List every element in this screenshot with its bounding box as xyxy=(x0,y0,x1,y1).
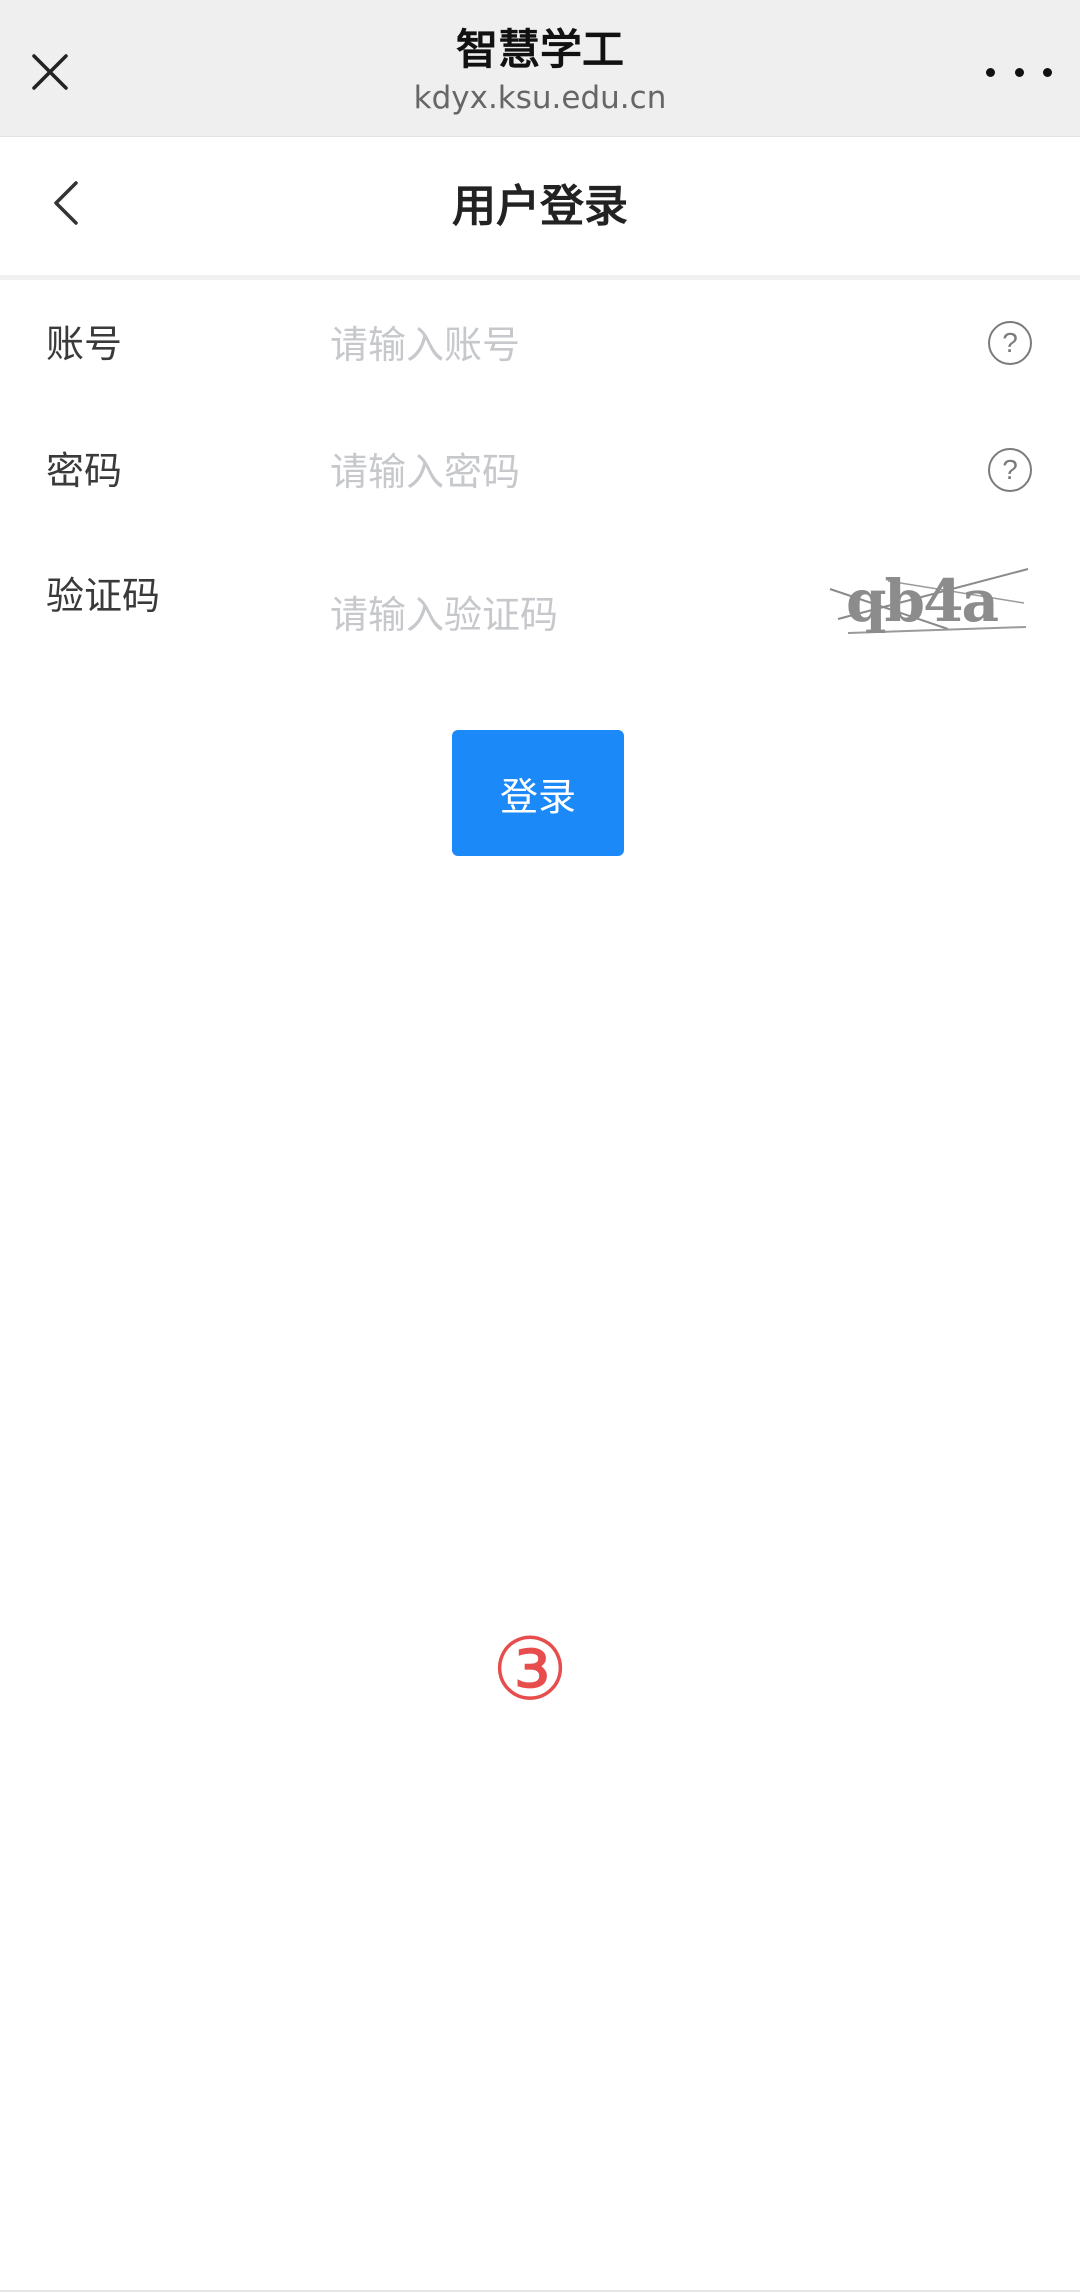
login-button[interactable]: 登录 xyxy=(452,730,624,856)
question-circle-icon[interactable]: ? xyxy=(988,321,1032,365)
page-title: 用户登录 xyxy=(452,181,628,232)
step-marker: ③ xyxy=(491,1620,569,1720)
captcha-label: 验证码 xyxy=(46,574,161,618)
page-header: 用户登录 xyxy=(0,137,1080,280)
account-row: 账号 ? xyxy=(0,285,1080,412)
more-dot-icon xyxy=(1043,67,1052,77)
more-dot-icon xyxy=(986,67,995,77)
more-dot-icon xyxy=(1014,67,1024,77)
account-input[interactable] xyxy=(330,315,930,375)
chevron-left-icon xyxy=(54,181,78,225)
browser-top-bar: 智慧学工 kdyx.ksu.edu.cn xyxy=(0,0,1080,137)
close-button[interactable] xyxy=(22,44,78,100)
password-row: 密码 ? xyxy=(0,412,1080,539)
captcha-image[interactable]: qb4a xyxy=(828,559,1030,641)
login-form: 账号 ? 密码 ? 验证码 qb4a xyxy=(0,285,1080,666)
password-label: 密码 xyxy=(46,449,123,493)
captcha-row: 验证码 qb4a xyxy=(0,539,1080,666)
captcha-graphic: qb4a xyxy=(829,567,1029,635)
account-label: 账号 xyxy=(46,322,123,366)
back-button[interactable] xyxy=(38,173,98,233)
bottom-divider xyxy=(0,2290,1080,2292)
browser-title-block: 智慧学工 kdyx.ksu.edu.cn xyxy=(220,22,860,118)
question-circle-icon[interactable]: ? xyxy=(988,448,1032,492)
password-input[interactable] xyxy=(330,442,930,502)
more-options-button[interactable] xyxy=(986,50,1052,94)
captcha-text: qb4a xyxy=(846,567,998,635)
app-title: 智慧学工 xyxy=(455,25,624,74)
close-icon xyxy=(32,54,68,90)
page-url: kdyx.ksu.edu.cn xyxy=(413,80,667,116)
